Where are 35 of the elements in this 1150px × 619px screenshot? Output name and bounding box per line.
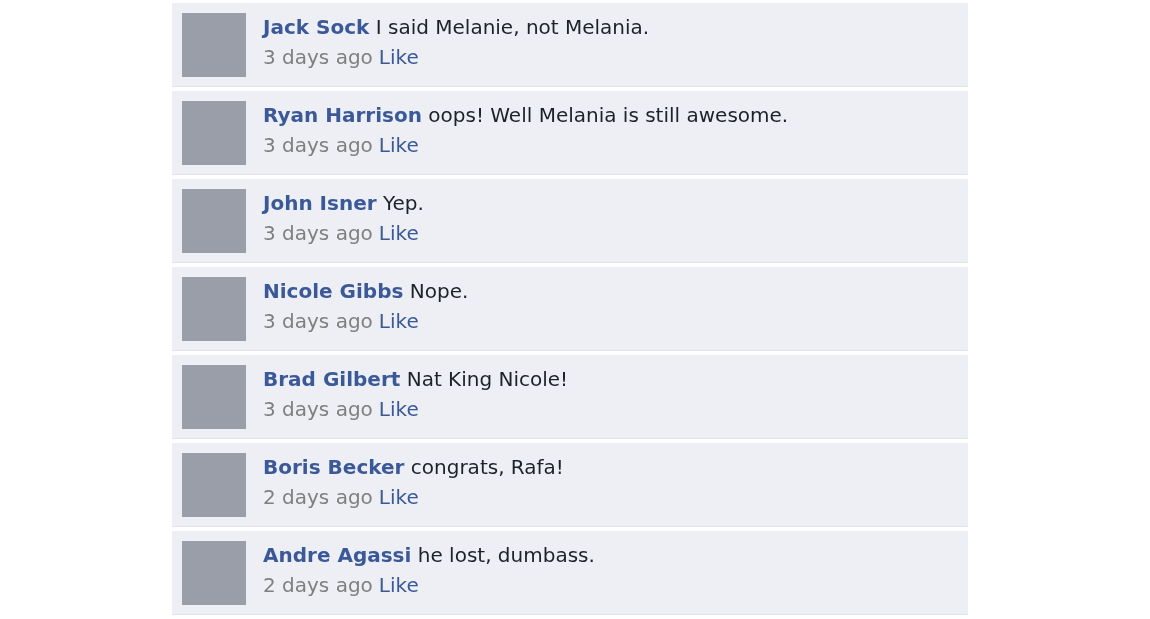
author-link[interactable]: John Isner: [263, 191, 377, 215]
avatar-placeholder: [182, 101, 246, 165]
like-link[interactable]: Like: [378, 45, 419, 69]
comment-text: Brad Gilbert Nat King Nicole!: [263, 367, 569, 391]
comment-time: 3 days ago: [263, 133, 373, 157]
comment-text: Andre Agassi he lost, dumbass.: [263, 543, 595, 567]
avatar-placeholder: [182, 189, 246, 253]
comment-time: 2 days ago: [263, 573, 373, 597]
author-link[interactable]: Jack Sock: [263, 15, 370, 39]
like-link[interactable]: Like: [378, 133, 419, 157]
avatar-placeholder: [182, 453, 246, 517]
like-link[interactable]: Like: [378, 485, 419, 509]
comment-text: Nicole Gibbs Nope.: [263, 279, 469, 303]
comment-time: 3 days ago: [263, 45, 373, 69]
author-link[interactable]: Ryan Harrison: [263, 103, 422, 127]
like-link[interactable]: Like: [378, 221, 419, 245]
like-link[interactable]: Like: [378, 309, 419, 333]
author-link[interactable]: Andre Agassi: [263, 543, 412, 567]
like-link[interactable]: Like: [378, 397, 419, 421]
comment-time: 2 days ago: [263, 485, 373, 509]
author-link[interactable]: Brad Gilbert: [263, 367, 401, 391]
comment-text: Jack Sock I said Melanie, not Melania.: [263, 15, 650, 39]
comment-time: 3 days ago: [263, 397, 373, 421]
avatar-placeholder: [182, 365, 246, 429]
avatar-placeholder: [182, 13, 246, 77]
comment-text: Boris Becker congrats, Rafa!: [263, 455, 564, 479]
author-link[interactable]: Nicole Gibbs: [263, 279, 404, 303]
comment-text: Ryan Harrison oops! Well Melania is still awesome.: [263, 103, 789, 127]
comment-time: 3 days ago: [263, 221, 373, 245]
avatar-placeholder: [182, 541, 246, 605]
comment-time: 3 days ago: [263, 309, 373, 333]
avatar-placeholder: [182, 277, 246, 341]
like-link[interactable]: Like: [378, 573, 419, 597]
author-link[interactable]: Boris Becker: [263, 455, 405, 479]
comment-text: John Isner Yep.: [263, 191, 424, 215]
